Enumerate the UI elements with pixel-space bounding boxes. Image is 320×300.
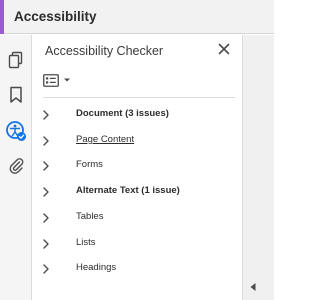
attachment-icon[interactable] [4,153,28,177]
left-tool-rail [0,35,32,300]
chevron-right-icon[interactable] [41,186,51,198]
caret-left-icon[interactable] [249,279,259,291]
tree-item[interactable]: Headings [33,258,242,280]
header-accent-bar [0,0,4,34]
chevron-right-icon[interactable] [41,109,51,121]
tree-item[interactable]: Document (3 issues) [33,104,242,126]
chevron-right-icon[interactable] [41,160,51,172]
accessibility-icon[interactable] [4,119,28,143]
header-title: Accessibility [14,9,97,24]
tree-item-label: Lists [76,237,96,248]
chevron-right-icon[interactable] [41,238,51,250]
tree-item[interactable]: Lists [33,233,242,255]
pages-icon[interactable] [4,48,28,72]
accessibility-checker-panel: Accessibility Checker Document (3 issues… [33,35,242,300]
tree-item-label: Forms [76,159,103,170]
panel-header: Accessibility [0,0,274,34]
chevron-right-icon[interactable] [41,263,51,275]
panel-title: Accessibility Checker [45,44,164,58]
chevron-right-icon[interactable] [41,135,51,147]
tree-item[interactable]: Tables [33,207,242,229]
options-menu-button[interactable] [43,72,73,88]
options-list-icon [43,73,59,87]
tree-item-label: Tables [76,211,104,222]
tree-item[interactable]: Alternate Text (1 issue) [33,181,242,203]
close-icon[interactable] [216,41,232,57]
tree-item-label: Alternate Text (1 issue) [76,185,180,196]
right-collapse-strip [242,35,274,300]
chevron-right-icon[interactable] [41,212,51,224]
bookmark-icon[interactable] [4,83,28,107]
tree-item-label: Document (3 issues) [76,108,169,119]
panel-divider [43,97,235,98]
tree-item-label: Headings [76,262,117,273]
tree-item[interactable]: Page Content [33,130,242,152]
chevron-down-icon [64,78,70,82]
tree-item-label: Page Content [76,134,135,145]
tree-item[interactable]: Forms [33,155,242,177]
